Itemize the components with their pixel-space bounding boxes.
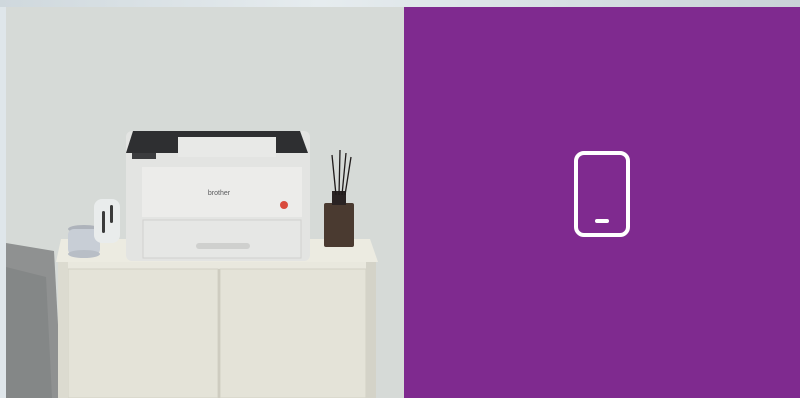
sofa-shadow — [6, 267, 52, 398]
cabinet — [56, 239, 378, 398]
printer-scene-illustration: brother — [6, 7, 404, 398]
printer-photo: brother — [6, 7, 404, 398]
printer: brother — [126, 131, 310, 261]
printer-brand-label: brother — [208, 190, 231, 197]
top-background-strip — [0, 0, 800, 7]
feature-panel: smartphone-icon — [404, 7, 800, 398]
decor-jar — [94, 199, 120, 243]
smartphone-icon — [574, 150, 630, 237]
